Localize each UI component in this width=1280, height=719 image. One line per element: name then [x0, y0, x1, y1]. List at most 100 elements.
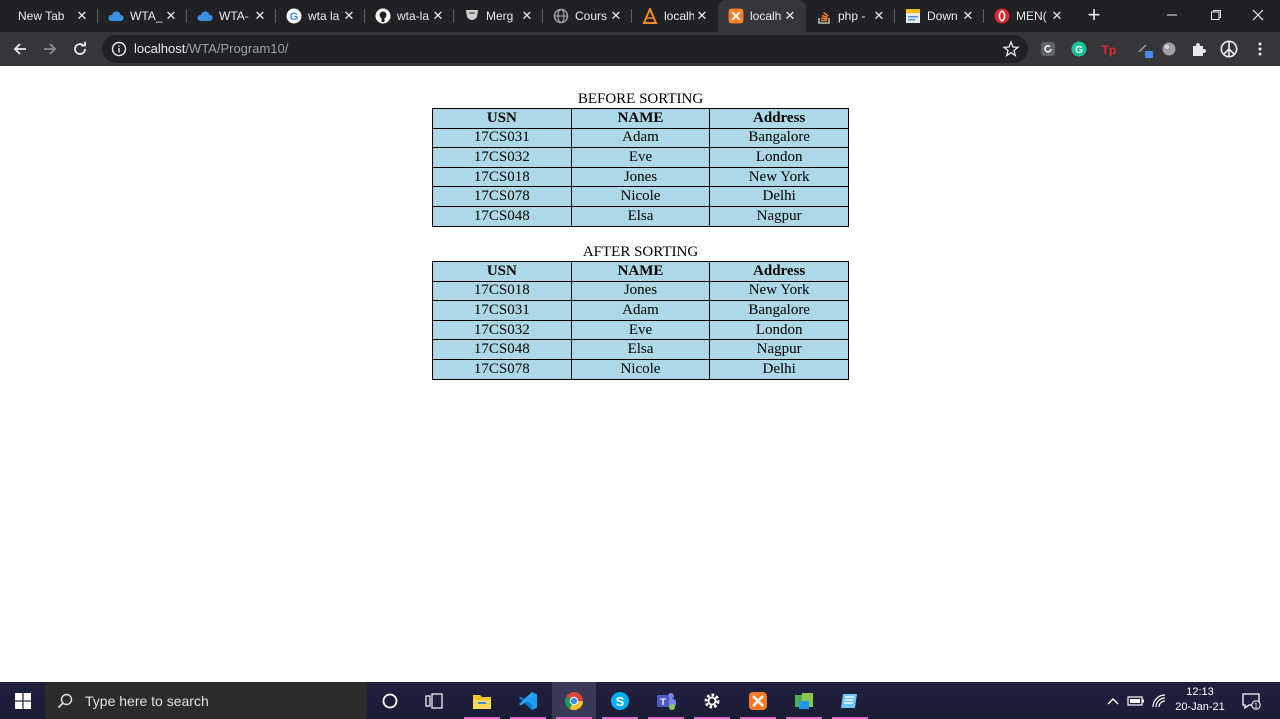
restore-button[interactable]	[1194, 0, 1238, 30]
pen-extension-icon[interactable]	[1136, 40, 1154, 58]
back-button[interactable]	[8, 37, 32, 61]
close-icon[interactable]: ✕	[871, 8, 887, 24]
table-row: 17CS032 Eve London	[432, 319, 849, 341]
table-row: 17CS048 Elsa Nagpur	[432, 339, 849, 360]
start-button[interactable]	[0, 682, 45, 719]
cell-address: New York	[709, 280, 849, 302]
onedrive-icon	[108, 8, 124, 24]
xampp-icon	[642, 8, 658, 24]
close-icon[interactable]: ✕	[252, 8, 268, 24]
menu-kebab-icon[interactable]	[1251, 40, 1269, 58]
taskbar-search-box[interactable]: Type here to search	[45, 682, 367, 719]
cell-usn: 17CS031	[432, 300, 572, 321]
cortana-icon[interactable]	[368, 682, 412, 719]
cell-usn: 17CS078	[432, 186, 572, 207]
table-row: 17CS018 Jones New York	[432, 280, 849, 302]
cell-name: Adam	[570, 127, 711, 149]
tab-0[interactable]: New Tab ✕	[8, 0, 98, 32]
close-icon[interactable]: ✕	[163, 8, 179, 24]
skype-icon[interactable]: S	[598, 682, 642, 719]
extensions-puzzle-icon[interactable]	[1190, 40, 1208, 58]
minimize-button[interactable]	[1150, 0, 1194, 30]
package-app-icon[interactable]	[782, 682, 826, 719]
url-text[interactable]: localhost/WTA/Program10/	[134, 41, 288, 56]
notepad-app-icon[interactable]	[828, 682, 872, 719]
cell-address: Delhi	[709, 358, 849, 380]
close-window-button[interactable]	[1236, 0, 1280, 30]
cell-address: London	[709, 319, 849, 341]
document-icon	[905, 8, 921, 24]
tab-7[interactable]: localh ✕	[632, 0, 718, 32]
file-explorer-icon[interactable]	[460, 682, 504, 719]
close-icon[interactable]: ✕	[341, 8, 357, 24]
cell-address: Bangalore	[709, 127, 849, 149]
bookmark-star-icon[interactable]	[1002, 40, 1020, 58]
wifi-icon[interactable]	[1150, 682, 1170, 719]
svg-text:G: G	[290, 11, 299, 23]
profile-avatar-icon[interactable]	[1220, 40, 1238, 58]
after-sorting-table: USN NAME Address 17CS018 Jones New York …	[432, 261, 849, 380]
reload-button[interactable]	[68, 37, 92, 61]
tab-8-active[interactable]: localh ✕	[718, 0, 806, 32]
before-sorting-caption: BEFORE SORTING	[577, 91, 704, 107]
address-bar[interactable]: localhost/WTA/Program10/	[102, 35, 1028, 63]
tab-5[interactable]: Merg ✕	[454, 0, 543, 32]
battery-icon[interactable]	[1126, 682, 1146, 719]
forward-button[interactable]	[38, 37, 62, 61]
merge-icon	[464, 8, 480, 24]
close-icon[interactable]: ✕	[430, 8, 446, 24]
taskbar-clock[interactable]: 12:13 20-Jan-21	[1168, 685, 1232, 715]
cell-address: Delhi	[709, 186, 849, 207]
tab-10[interactable]: Down ✕	[895, 0, 984, 32]
close-icon[interactable]: ✕	[694, 8, 710, 24]
browser-toolbar: localhost/WTA/Program10/ G Tp	[0, 32, 1280, 66]
header-usn: USN	[432, 261, 572, 282]
tab-title: WTA-	[219, 9, 249, 23]
teams-icon[interactable]: T	[644, 682, 688, 719]
grammarly-icon[interactable]: G	[1070, 40, 1088, 58]
tab-1[interactable]: WTA_ ✕	[98, 0, 187, 32]
globe-icon	[553, 8, 569, 24]
header-address: Address	[709, 108, 849, 129]
table-row: 17CS031 Adam Bangalore	[432, 127, 849, 149]
show-hidden-icons-chevron-up-icon[interactable]	[1104, 682, 1122, 719]
close-icon[interactable]: ✕	[519, 8, 535, 24]
svg-text:G: G	[1075, 45, 1083, 56]
clock-time: 12:13	[1186, 686, 1214, 698]
close-icon[interactable]: ✕	[960, 8, 976, 24]
close-icon[interactable]: ✕	[782, 8, 798, 24]
header-usn: USN	[432, 108, 572, 129]
table-row: 17CS018 Jones New York	[432, 166, 849, 188]
xampp-icon[interactable]	[736, 682, 780, 719]
close-icon[interactable]: ✕	[608, 8, 624, 24]
cell-usn: 17CS032	[432, 319, 572, 341]
task-view-icon[interactable]	[412, 682, 456, 719]
svg-text:S: S	[616, 694, 625, 709]
svg-text:T: T	[660, 697, 666, 707]
info-icon[interactable]	[111, 41, 127, 57]
header-address: Address	[709, 261, 849, 282]
tab-title: localh	[664, 9, 694, 23]
circle-extension-icon[interactable]	[1160, 40, 1178, 58]
tab-11[interactable]: MEN( ✕	[984, 0, 1073, 32]
tab-6[interactable]: Cours ✕	[543, 0, 632, 32]
notification-center-icon[interactable]: 1	[1238, 682, 1264, 719]
tp-extension-icon[interactable]: Tp	[1100, 40, 1118, 58]
tab-4[interactable]: wta-la ✕	[365, 0, 454, 32]
vscode-icon[interactable]	[506, 682, 550, 719]
tab-3[interactable]: G wta la ✕	[276, 0, 365, 32]
close-icon[interactable]: ✕	[1049, 8, 1065, 24]
new-tab-button[interactable]: +	[1082, 4, 1106, 28]
tab-2[interactable]: WTA- ✕	[187, 0, 276, 32]
tab-9[interactable]: php - ✕	[806, 0, 895, 32]
close-icon[interactable]: ✕	[74, 8, 90, 24]
settings-gear-icon[interactable]	[690, 682, 734, 719]
github-icon	[375, 8, 391, 24]
tab-title: wta la	[308, 9, 340, 23]
cell-name: Adam	[570, 300, 711, 321]
google-icon: G	[286, 8, 302, 24]
extension-refresh-icon[interactable]	[1039, 40, 1057, 58]
chrome-icon[interactable]	[552, 682, 596, 719]
windows-taskbar: Type here to search S T 12:13 20-Jan-21 …	[0, 682, 1280, 719]
after-sorting-caption: AFTER SORTING	[582, 244, 699, 260]
